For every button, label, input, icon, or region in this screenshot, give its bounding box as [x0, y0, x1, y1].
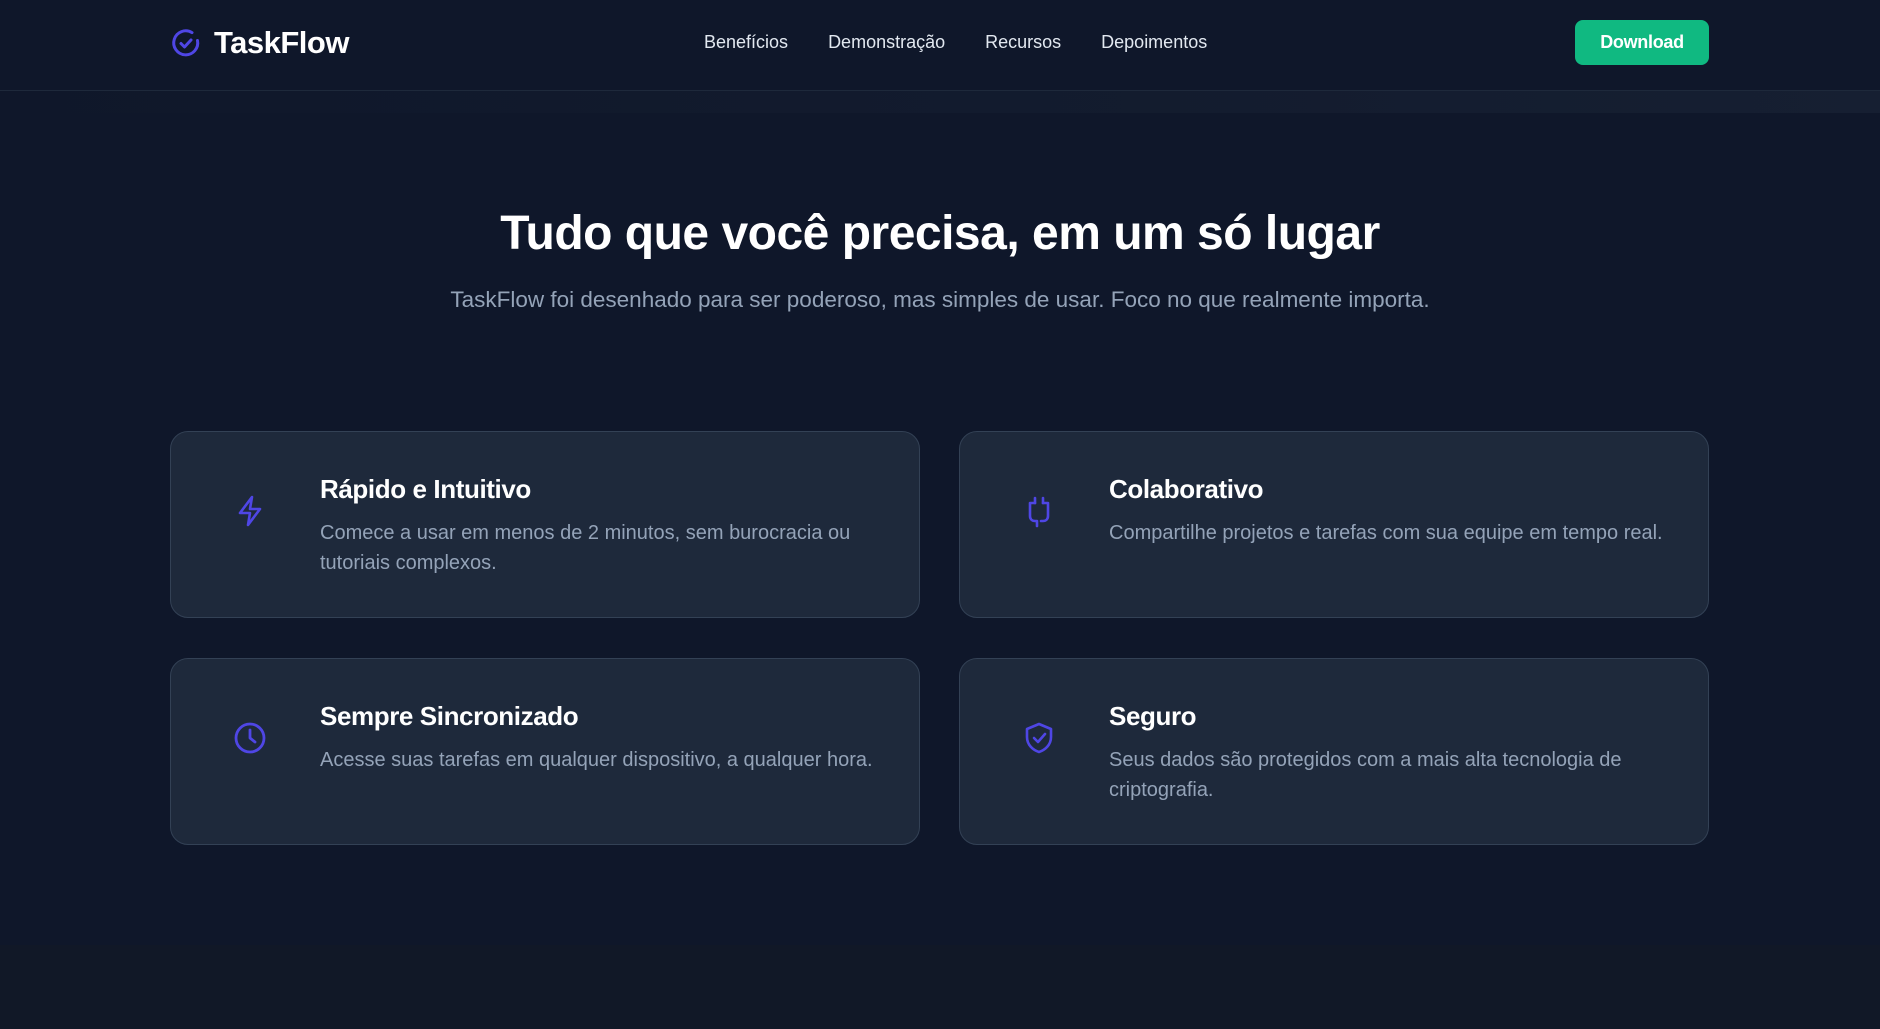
feature-title: Seguro [1109, 701, 1197, 731]
feature-card-seguro: Seguro Seus dados são protegidos com a m… [959, 658, 1709, 845]
feature-description: Acesse suas tarefas em qualquer disposit… [320, 749, 873, 771]
nav-link-beneficios[interactable]: Benefícios [704, 32, 788, 53]
feature-description: Comece a usar em menos de 2 minutos, sem… [320, 522, 851, 574]
feature-description: Seus dados são protegidos com a mais alt… [1109, 749, 1622, 801]
feature-card-colaborativo: Colaborativo Compartilhe projetos e tare… [959, 431, 1709, 618]
brand-logo[interactable]: TaskFlow [170, 22, 349, 64]
feature-card-rapido: Rápido e Intuitivo Comece a usar em meno… [170, 431, 920, 618]
check-circle-icon [172, 29, 200, 57]
nav-link-recursos[interactable]: Recursos [985, 32, 1061, 53]
feature-card-sincronizado: Sempre Sincronizado Acesse suas tarefas … [170, 658, 920, 845]
feature-title: Sempre Sincronizado [320, 701, 579, 731]
main-nav: Benefícios Demonstração Recursos Depoime… [704, 30, 1207, 54]
header-shadow [0, 91, 1880, 113]
section-title: Tudo que você precisa, em um só lugar [500, 207, 1380, 260]
brand-name: TaskFlow [214, 25, 349, 60]
clock-icon [231, 719, 269, 757]
section-subtitle: TaskFlow foi desenhado para ser poderoso… [450, 287, 1430, 312]
feature-title: Rápido e Intuitivo [320, 474, 531, 504]
nav-link-demonstracao[interactable]: Demonstração [828, 32, 945, 53]
next-section-band [0, 945, 1880, 1029]
lightning-bolt-icon [231, 492, 269, 530]
plug-icon [1020, 492, 1058, 530]
site-header: TaskFlow Benefícios Demonstração Recurso… [0, 0, 1880, 91]
download-button[interactable]: Download [1575, 20, 1709, 65]
nav-link-depoimentos[interactable]: Depoimentos [1101, 32, 1207, 53]
shield-check-icon [1020, 719, 1058, 757]
feature-title: Colaborativo [1109, 474, 1264, 504]
feature-description: Compartilhe projetos e tarefas com sua e… [1109, 522, 1663, 544]
